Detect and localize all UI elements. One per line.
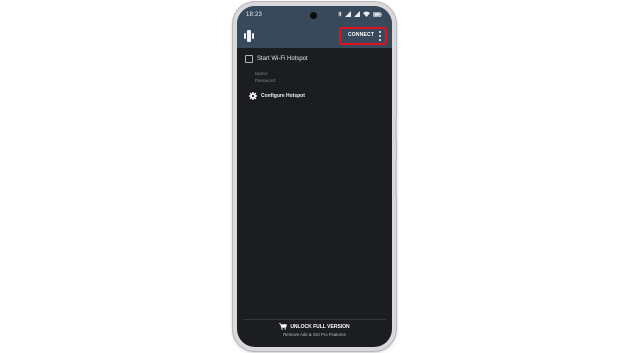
app-logo-icon bbox=[244, 30, 254, 42]
hotspot-password-label: Password: bbox=[255, 78, 277, 83]
wifi-icon bbox=[363, 11, 370, 17]
battery-full-icon bbox=[373, 11, 382, 17]
cart-icon bbox=[279, 323, 288, 330]
status-time: 18:23 bbox=[246, 12, 263, 18]
front-camera bbox=[310, 12, 317, 19]
configure-hotspot-button[interactable]: Configure Hotspot bbox=[249, 92, 305, 100]
configure-hotspot-label: Configure Hotspot bbox=[261, 93, 305, 99]
signal-icon-2 bbox=[354, 11, 360, 17]
unlock-title: UNLOCK FULL VERSION bbox=[290, 323, 350, 330]
phone-screen: 18:23 CONNECT Start Wi-Fi Hotspot Name: … bbox=[237, 6, 392, 347]
start-hotspot-checkbox[interactable] bbox=[245, 55, 253, 63]
start-hotspot-row[interactable]: Start Wi-Fi Hotspot bbox=[245, 55, 308, 63]
gear-icon bbox=[249, 92, 257, 100]
power-button bbox=[395, 158, 397, 198]
volume-button bbox=[395, 116, 397, 142]
bluetooth-icon bbox=[338, 11, 342, 17]
app-toolbar: CONNECT bbox=[237, 24, 392, 48]
status-bar: 18:23 bbox=[237, 6, 392, 24]
unlock-subtitle: Remove Ads & Get Pro Features bbox=[283, 332, 346, 337]
hotspot-name-label: Name: bbox=[255, 71, 269, 76]
bottom-divider bbox=[243, 319, 386, 320]
unlock-full-version-button[interactable]: UNLOCK FULL VERSION bbox=[237, 323, 392, 330]
status-icons bbox=[338, 11, 382, 17]
connect-highlight-box bbox=[339, 27, 387, 45]
start-hotspot-label: Start Wi-Fi Hotspot bbox=[257, 56, 308, 62]
signal-icon bbox=[345, 11, 351, 17]
phone-frame: 18:23 CONNECT Start Wi-Fi Hotspot Name: … bbox=[233, 2, 397, 351]
